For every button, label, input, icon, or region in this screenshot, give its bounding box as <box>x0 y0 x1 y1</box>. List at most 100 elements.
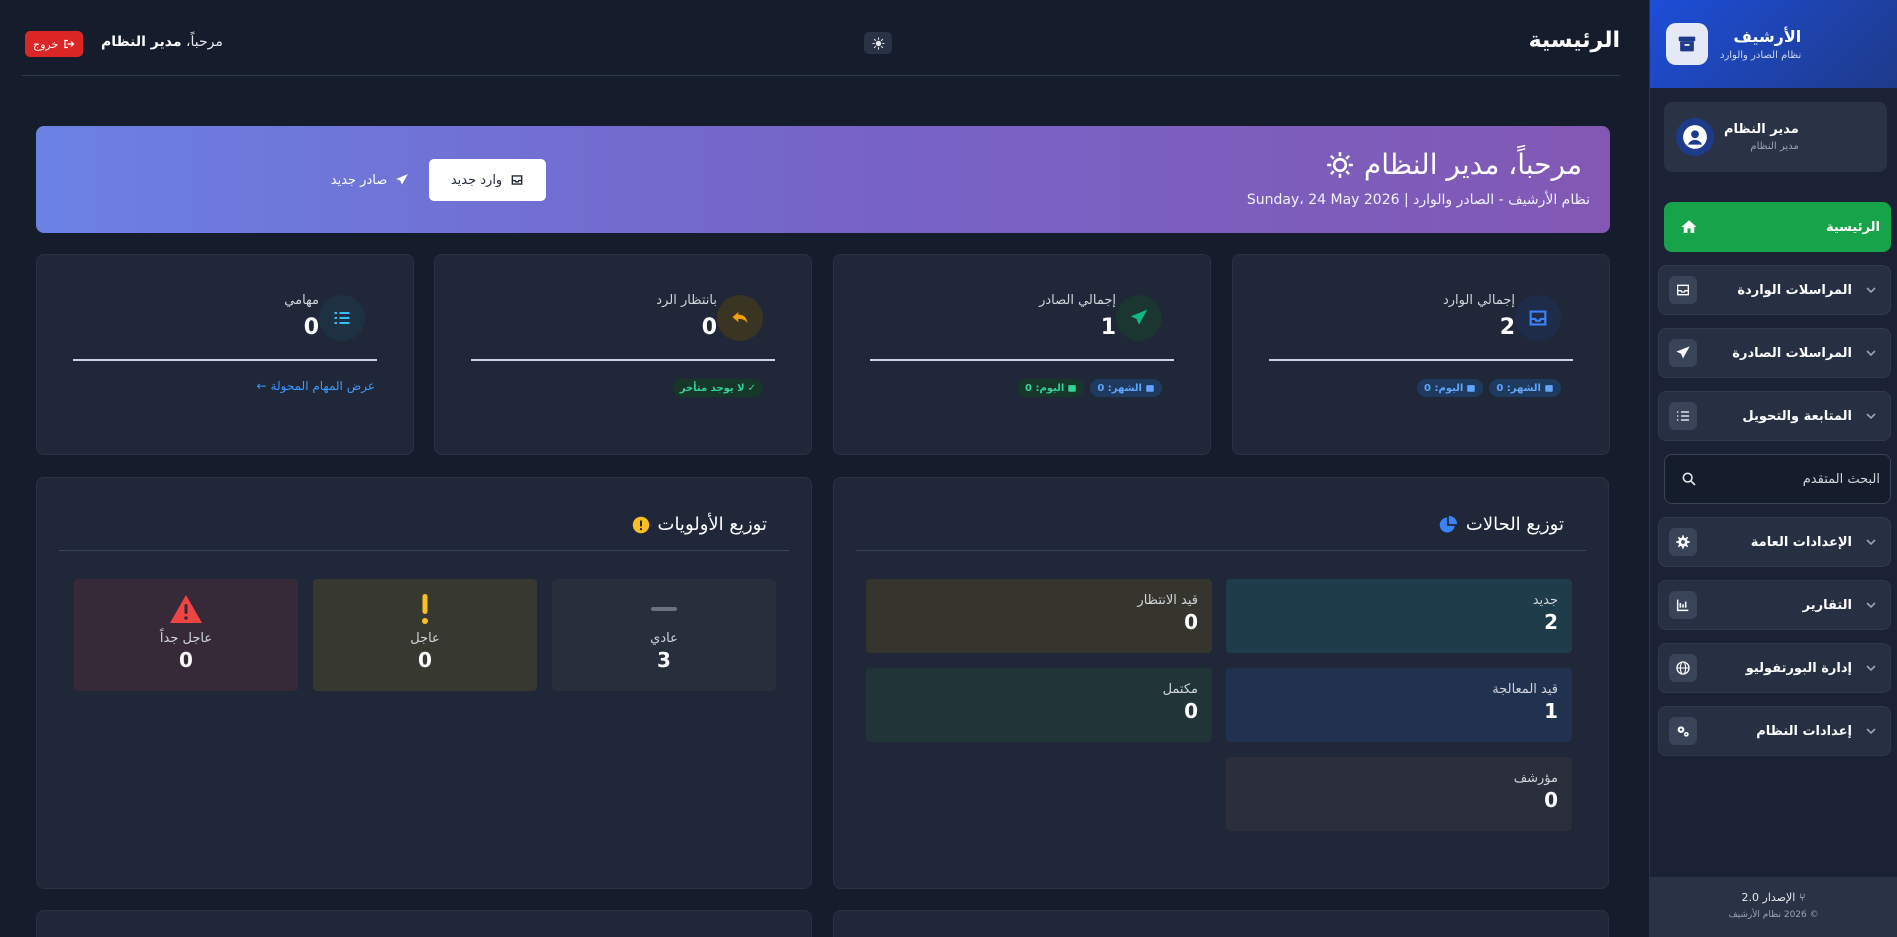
panel-title-text: توزيع الحالات <box>1465 514 1564 535</box>
calendar-day-icon <box>1467 385 1476 392</box>
status-tile-processing: قيد المعالجة 1 <box>1226 668 1572 742</box>
chevron-down-icon <box>1862 347 1880 359</box>
inbox-icon <box>1669 276 1697 304</box>
app-title: الأرشيف <box>1733 27 1802 46</box>
stat-label: بانتظار الرد <box>656 293 717 308</box>
status-tile-waiting: قيد الانتظار 0 <box>866 579 1212 653</box>
view-forwarded-tasks-link[interactable]: عرض المهام المحولة ← <box>257 379 376 393</box>
app-subtitle: نظام الصادر والوارد <box>1720 50 1802 61</box>
divider <box>471 359 775 361</box>
gear-icon <box>1669 528 1697 556</box>
divider <box>856 550 1586 551</box>
sun-icon <box>1327 151 1353 178</box>
topbar: الرئيسية خروج مرحباً، مدير النظام <box>22 0 1620 76</box>
new-outgoing-button[interactable]: صادر جديد <box>320 159 420 201</box>
priority-tile-normal: عادي 3 <box>552 579 776 691</box>
month-count: الشهر: 0 <box>1496 382 1541 394</box>
status-tile-archived: مؤرشف 0 <box>1226 757 1572 831</box>
panel-title: توزيع الحالات <box>1438 514 1564 535</box>
page-title: الرئيسية <box>1528 28 1620 53</box>
stat-label: إجمالي الصادر <box>1039 293 1116 308</box>
tile-label: قيد الانتظار <box>1137 593 1198 608</box>
month-badge: الشهر: 0 <box>1090 379 1162 397</box>
paper-plane-icon <box>1116 295 1162 341</box>
arrow-left-icon: ← <box>256 379 267 393</box>
sidebar-item-followup[interactable]: المتابعة والتحويل <box>1658 391 1891 441</box>
tasks-icon <box>1669 402 1697 430</box>
divider <box>870 359 1174 361</box>
stat-card-incoming: إجمالي الوارد 2 اليوم: 0 الشهر: 0 <box>1232 254 1610 455</box>
bottom-card-left <box>36 910 812 937</box>
new-outgoing-label: صادر جديد <box>330 172 388 188</box>
stat-card-pending: بانتظار الرد 0 ✓ لا يوجد متأخر <box>434 254 812 455</box>
tile-value: 3 <box>657 648 671 672</box>
priority-tile-very-urgent: عاجل جداً 0 <box>74 579 298 691</box>
stat-card-tasks: مهامي 0 عرض المهام المحولة ← <box>36 254 414 455</box>
avatar <box>1676 118 1714 156</box>
sidebar-nav: الرئيسية المراسلات الواردة المراسلات الص… <box>1650 202 1897 756</box>
greeting-name: مدير النظام <box>101 34 182 50</box>
status-tile-completed: مكتمل 0 <box>866 668 1212 742</box>
divider <box>59 550 789 551</box>
chevron-down-icon <box>1862 536 1880 548</box>
paper-plane-icon <box>1669 339 1697 367</box>
sidebar-item-general-settings[interactable]: الإعدادات العامة <box>1658 517 1891 567</box>
sidebar-item-portfolio[interactable]: إدارة البورتفوليو <box>1658 643 1891 693</box>
sidebar-item-label: إدارة البورتفوليو <box>1745 660 1852 676</box>
bottom-card-right <box>833 910 1609 937</box>
stat-value: 0 <box>701 315 717 340</box>
sidebar-item-label: الرئيسية <box>1825 219 1880 235</box>
status-tile-new: جديد 2 <box>1226 579 1572 653</box>
copyright: © 2026 نظام الأرشيف <box>1728 910 1819 920</box>
panel-title: توزيع الأولويات <box>632 514 768 535</box>
sidebar-item-label: إعدادات النظام <box>1756 723 1852 739</box>
gears-icon <box>1669 717 1697 745</box>
sidebar-item-label: المراسلات الواردة <box>1737 282 1852 298</box>
tile-value: 0 <box>1184 699 1198 723</box>
sidebar-item-system-settings[interactable]: إعدادات النظام <box>1658 706 1891 756</box>
tile-label: عادي <box>650 631 678 646</box>
chevron-down-icon <box>1862 599 1880 611</box>
stat-value: 1 <box>1100 315 1116 340</box>
panel-title-text: توزيع الأولويات <box>657 514 768 535</box>
month-badge: الشهر: 0 <box>1489 379 1561 397</box>
version-label: الإصدار 2.0 <box>1741 891 1796 904</box>
banner-title-text: مرحباً، مدير النظام <box>1363 148 1582 181</box>
no-overdue-label: لا يوجد متأخر <box>679 382 745 394</box>
sidebar-footer: ⑂ الإصدار 2.0 © 2026 نظام الأرشيف <box>1650 877 1897 937</box>
chevron-down-icon <box>1862 725 1880 737</box>
sidebar-item-home[interactable]: الرئيسية <box>1664 202 1891 252</box>
today-count: اليوم: 0 <box>1025 382 1065 394</box>
calendar-icon <box>1146 385 1154 392</box>
sidebar-item-outgoing[interactable]: المراسلات الصادرة <box>1658 328 1891 378</box>
paper-plane-icon <box>396 174 409 185</box>
tile-value: 1 <box>1544 699 1558 723</box>
link-label: عرض المهام المحولة <box>270 379 375 393</box>
sidebar-item-incoming[interactable]: المراسلات الواردة <box>1658 265 1891 315</box>
new-incoming-button[interactable]: وارد جديد <box>429 159 546 201</box>
banner-subtitle: نظام الأرشيف - الصادر والوارد | Sunday، … <box>1246 192 1590 208</box>
inbox-icon <box>1515 295 1561 341</box>
stat-label: مهامي <box>284 293 319 308</box>
calendar-icon <box>1545 385 1553 392</box>
stat-label: إجمالي الوارد <box>1442 293 1515 308</box>
tile-value: 0 <box>179 648 193 672</box>
reply-icon <box>717 295 763 341</box>
sidebar: الأرشيف نظام الصادر والوارد مدير النظام … <box>1649 0 1897 937</box>
tile-value: 0 <box>1544 788 1558 812</box>
theme-toggle-button[interactable] <box>864 32 892 54</box>
tile-label: عاجل جداً <box>159 631 213 646</box>
status-distribution-panel: توزيع الحالات جديد 2 قيد الانتظار 0 قيد … <box>833 477 1609 889</box>
tile-value: 0 <box>418 648 432 672</box>
sidebar-item-reports[interactable]: التقارير <box>1658 580 1891 630</box>
sidebar-item-advanced-search[interactable]: البحث المتقدم <box>1664 454 1891 504</box>
tile-value: 2 <box>1544 610 1558 634</box>
tile-label: مؤرشف <box>1513 771 1558 786</box>
calendar-day-icon <box>1068 385 1077 392</box>
archive-icon <box>1666 23 1708 65</box>
divider <box>73 359 377 361</box>
logout-button[interactable]: خروج <box>25 31 84 57</box>
today-badge: اليوم: 0 <box>1018 379 1085 397</box>
globe-icon <box>1669 654 1697 682</box>
pie-chart-icon <box>1439 515 1458 532</box>
